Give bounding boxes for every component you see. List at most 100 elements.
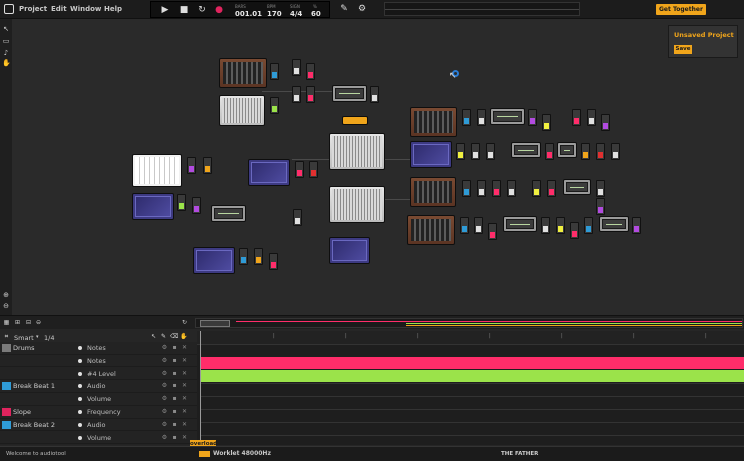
track-row[interactable]: Notes ⚙ ▪ ✕ — [0, 355, 197, 368]
pedal-device[interactable] — [309, 161, 318, 178]
track-row[interactable]: #4 Level ⚙ ▪ ✕ — [0, 368, 197, 381]
stop-icon[interactable]: ■ — [178, 4, 190, 16]
pedal-device[interactable] — [239, 248, 248, 265]
envelope-device[interactable] — [332, 85, 367, 102]
refresh-icon[interactable]: ↻ — [181, 319, 188, 326]
track-lock-icon[interactable]: ▪ — [171, 395, 178, 402]
pedal-device[interactable] — [545, 143, 554, 160]
arrangement-overview[interactable] — [195, 318, 743, 328]
envelope-device[interactable] — [211, 205, 246, 222]
bpm-value[interactable]: 170 — [267, 10, 282, 18]
pedal-device[interactable] — [293, 209, 302, 226]
pedal-device[interactable] — [488, 223, 497, 240]
timeline-area[interactable] — [197, 331, 744, 445]
pedal-device[interactable] — [570, 222, 579, 239]
sign-value[interactable]: 4/4 — [290, 10, 302, 18]
pedal-device[interactable] — [507, 180, 516, 197]
track-parameter[interactable]: #4 Level — [87, 370, 116, 378]
drum-machine[interactable] — [410, 107, 457, 137]
pedal-device[interactable] — [295, 161, 304, 178]
pedal-device[interactable] — [306, 63, 315, 80]
track-parameter[interactable]: Volume — [87, 395, 111, 403]
settings-icon[interactable]: ⚙ — [356, 3, 368, 15]
track-parameter[interactable]: Frequency — [87, 408, 121, 416]
track-parameter[interactable]: Notes — [87, 357, 106, 365]
track-remove-icon[interactable]: ✕ — [181, 434, 188, 441]
pedal-device[interactable] — [572, 109, 581, 126]
track-label[interactable]: Break Beat 1 — [13, 382, 55, 390]
pedal-device[interactable] — [632, 217, 641, 234]
track-lock-icon[interactable]: ▪ — [171, 370, 178, 377]
pedal-device[interactable] — [584, 217, 593, 234]
filter-device[interactable] — [563, 179, 591, 195]
save-button[interactable]: Save — [674, 45, 692, 54]
synth-device[interactable] — [219, 95, 265, 126]
menu-window[interactable]: Window — [70, 5, 101, 13]
pedal-device[interactable] — [203, 157, 212, 174]
pedal-device[interactable] — [596, 180, 605, 197]
collapse-icon[interactable]: ⊖ — [35, 319, 42, 326]
track-remove-icon[interactable]: ✕ — [181, 382, 188, 389]
pedal-device[interactable] — [601, 114, 610, 131]
pedal-device[interactable] — [477, 180, 486, 197]
pedal-device[interactable] — [474, 217, 483, 234]
grid-icon[interactable]: ▦ — [3, 319, 10, 326]
track-remove-icon[interactable]: ✕ — [181, 421, 188, 428]
track-lock-icon[interactable]: ▪ — [171, 357, 178, 364]
pedal-device[interactable] — [542, 114, 551, 131]
mixer-device[interactable] — [329, 186, 385, 223]
device-desktop[interactable] — [12, 19, 744, 315]
hand-tool-icon[interactable]: ✋ — [180, 333, 187, 340]
pedal-device[interactable] — [492, 180, 501, 197]
pedal-device[interactable] — [456, 143, 465, 160]
pedal-device[interactable] — [556, 217, 565, 234]
track-parameter[interactable]: Volume — [87, 434, 111, 442]
drum-machine[interactable] — [219, 58, 267, 88]
pedal-device[interactable] — [187, 157, 196, 174]
track-settings-icon[interactable]: ⚙ — [161, 344, 168, 351]
track-settings-icon[interactable]: ⚙ — [161, 370, 168, 377]
notes-lane-clip[interactable] — [200, 357, 744, 369]
pedal-device[interactable] — [462, 109, 471, 126]
edit-pencil-icon[interactable]: ✎ — [338, 3, 350, 15]
pedal-device[interactable] — [270, 97, 279, 114]
track-remove-icon[interactable]: ✕ — [181, 344, 188, 351]
filter-device[interactable] — [599, 216, 629, 232]
envelope-device[interactable] — [503, 216, 537, 232]
pedal-device[interactable] — [587, 109, 596, 126]
snap-value[interactable]: 1/4 — [44, 334, 54, 342]
loop-icon[interactable]: ↻ — [196, 4, 208, 16]
sequencer-device[interactable] — [132, 193, 174, 220]
track-settings-icon[interactable]: ⚙ — [161, 382, 168, 389]
track-settings-icon[interactable]: ⚙ — [161, 357, 168, 364]
drum-machine[interactable] — [407, 215, 455, 245]
pedal-device[interactable] — [462, 180, 471, 197]
pedal-device[interactable] — [192, 197, 201, 214]
playhead[interactable] — [200, 331, 201, 445]
record-icon[interactable]: ● — [213, 4, 225, 16]
menu-project[interactable]: Project — [19, 5, 47, 13]
track-lock-icon[interactable]: ▪ — [171, 344, 178, 351]
pedal-device[interactable] — [270, 63, 279, 80]
track-parameter[interactable]: Audio — [87, 382, 105, 390]
filter-device[interactable] — [557, 142, 577, 158]
pedal-device[interactable] — [370, 86, 379, 103]
add-track-icon[interactable]: ⊞ — [14, 319, 21, 326]
track-parameter[interactable]: Audio — [87, 421, 105, 429]
track-parameter[interactable]: Notes — [87, 344, 106, 352]
play-icon[interactable]: ▶ — [159, 4, 171, 16]
pedal-device[interactable] — [292, 59, 301, 76]
snap-dropdown-icon[interactable]: ▾ — [36, 334, 39, 340]
eraser-tool-icon[interactable]: ⌫ — [170, 333, 178, 340]
synth-device[interactable] — [132, 154, 182, 187]
track-lock-icon[interactable]: ▪ — [171, 408, 178, 415]
pedal-device[interactable] — [460, 217, 469, 234]
track-settings-icon[interactable]: ⚙ — [161, 395, 168, 402]
pedal-device[interactable] — [254, 248, 263, 265]
track-settings-icon[interactable]: ⚙ — [161, 421, 168, 428]
pedal-device[interactable] — [611, 143, 620, 160]
pedal-device[interactable] — [541, 217, 550, 234]
snap-icon[interactable]: ⌗ — [3, 333, 10, 340]
track-row[interactable]: Volume ⚙ ▪ ✕ — [0, 432, 197, 445]
snap-mode[interactable]: Smart — [14, 334, 34, 342]
